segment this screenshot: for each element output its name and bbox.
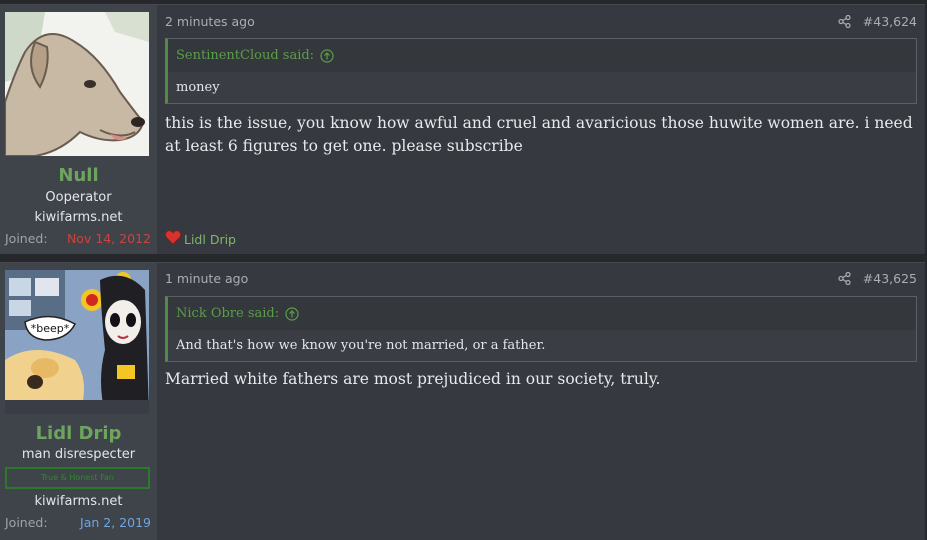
post-message: this is the issue, you know how awful an…: [165, 114, 913, 155]
post-number[interactable]: #43,624: [863, 14, 917, 29]
post-content: 2 minutes ago #43,624 SentinentCloud sai…: [157, 5, 925, 254]
post-meta: #43,625: [838, 271, 917, 286]
post-number[interactable]: #43,625: [863, 271, 917, 286]
quote-author[interactable]: SentinentCloud said:: [176, 48, 314, 63]
quote-header[interactable]: Nick Obre said:: [168, 297, 916, 330]
post-time[interactable]: 1 minute ago: [165, 271, 248, 286]
quote-header[interactable]: SentinentCloud said:: [168, 39, 916, 72]
user-site: kiwifarms.net: [34, 210, 123, 225]
post-content: 1 minute ago #43,625 Nick Obre said: And…: [157, 263, 925, 540]
user-banner: True & Honest Fan: [5, 467, 150, 489]
avatar[interactable]: [5, 12, 149, 156]
joined-label: Joined:: [5, 515, 48, 530]
user-site: kiwifarms.net: [34, 494, 123, 509]
username[interactable]: Lidl Drip: [0, 423, 157, 444]
quote-block: Nick Obre said: And that's how we know y…: [165, 296, 917, 362]
user-sidebar: Null Ooperator kiwifarms.net Joined: Nov…: [0, 5, 157, 254]
joined-row: Joined: Nov 14, 2012: [5, 231, 151, 246]
joined-date: Nov 14, 2012: [66, 231, 151, 246]
quote-block: SentinentCloud said: money: [165, 38, 917, 104]
post-43624: Null Ooperator kiwifarms.net Joined: Nov…: [0, 4, 925, 254]
joined-date: Jan 2, 2019: [80, 515, 151, 530]
user-sidebar: *beep* Lidl Drip man disrespecter True &…: [0, 263, 157, 540]
share-icon[interactable]: [838, 14, 851, 29]
quote-text: money: [168, 72, 916, 103]
quote-author[interactable]: Nick Obre said:: [176, 306, 279, 321]
post-43625: *beep* Lidl Drip man disrespecter True &…: [0, 262, 925, 540]
user-title: man disrespecter: [21, 447, 136, 462]
avatar-speech-text: *beep*: [31, 322, 70, 335]
user-title: Ooperator: [45, 190, 112, 205]
share-icon[interactable]: [838, 271, 851, 286]
joined-row: Joined: Jan 2, 2019: [5, 515, 151, 530]
post-time[interactable]: 2 minutes ago: [165, 14, 255, 29]
quote-text: And that's how we know you're not marrie…: [168, 330, 916, 361]
arrow-up-circle-icon[interactable]: [285, 306, 299, 321]
heart-icon: [164, 230, 182, 248]
post-meta: #43,624: [838, 14, 917, 29]
reactions-bar[interactable]: Lidl Drip: [164, 230, 236, 248]
username[interactable]: Null: [0, 165, 157, 186]
post-message: Married white fathers are most prejudice…: [165, 370, 661, 388]
avatar[interactable]: *beep*: [5, 270, 149, 414]
reaction-user[interactable]: Lidl Drip: [184, 232, 236, 247]
joined-label: Joined:: [5, 231, 48, 246]
arrow-up-circle-icon[interactable]: [320, 48, 334, 63]
